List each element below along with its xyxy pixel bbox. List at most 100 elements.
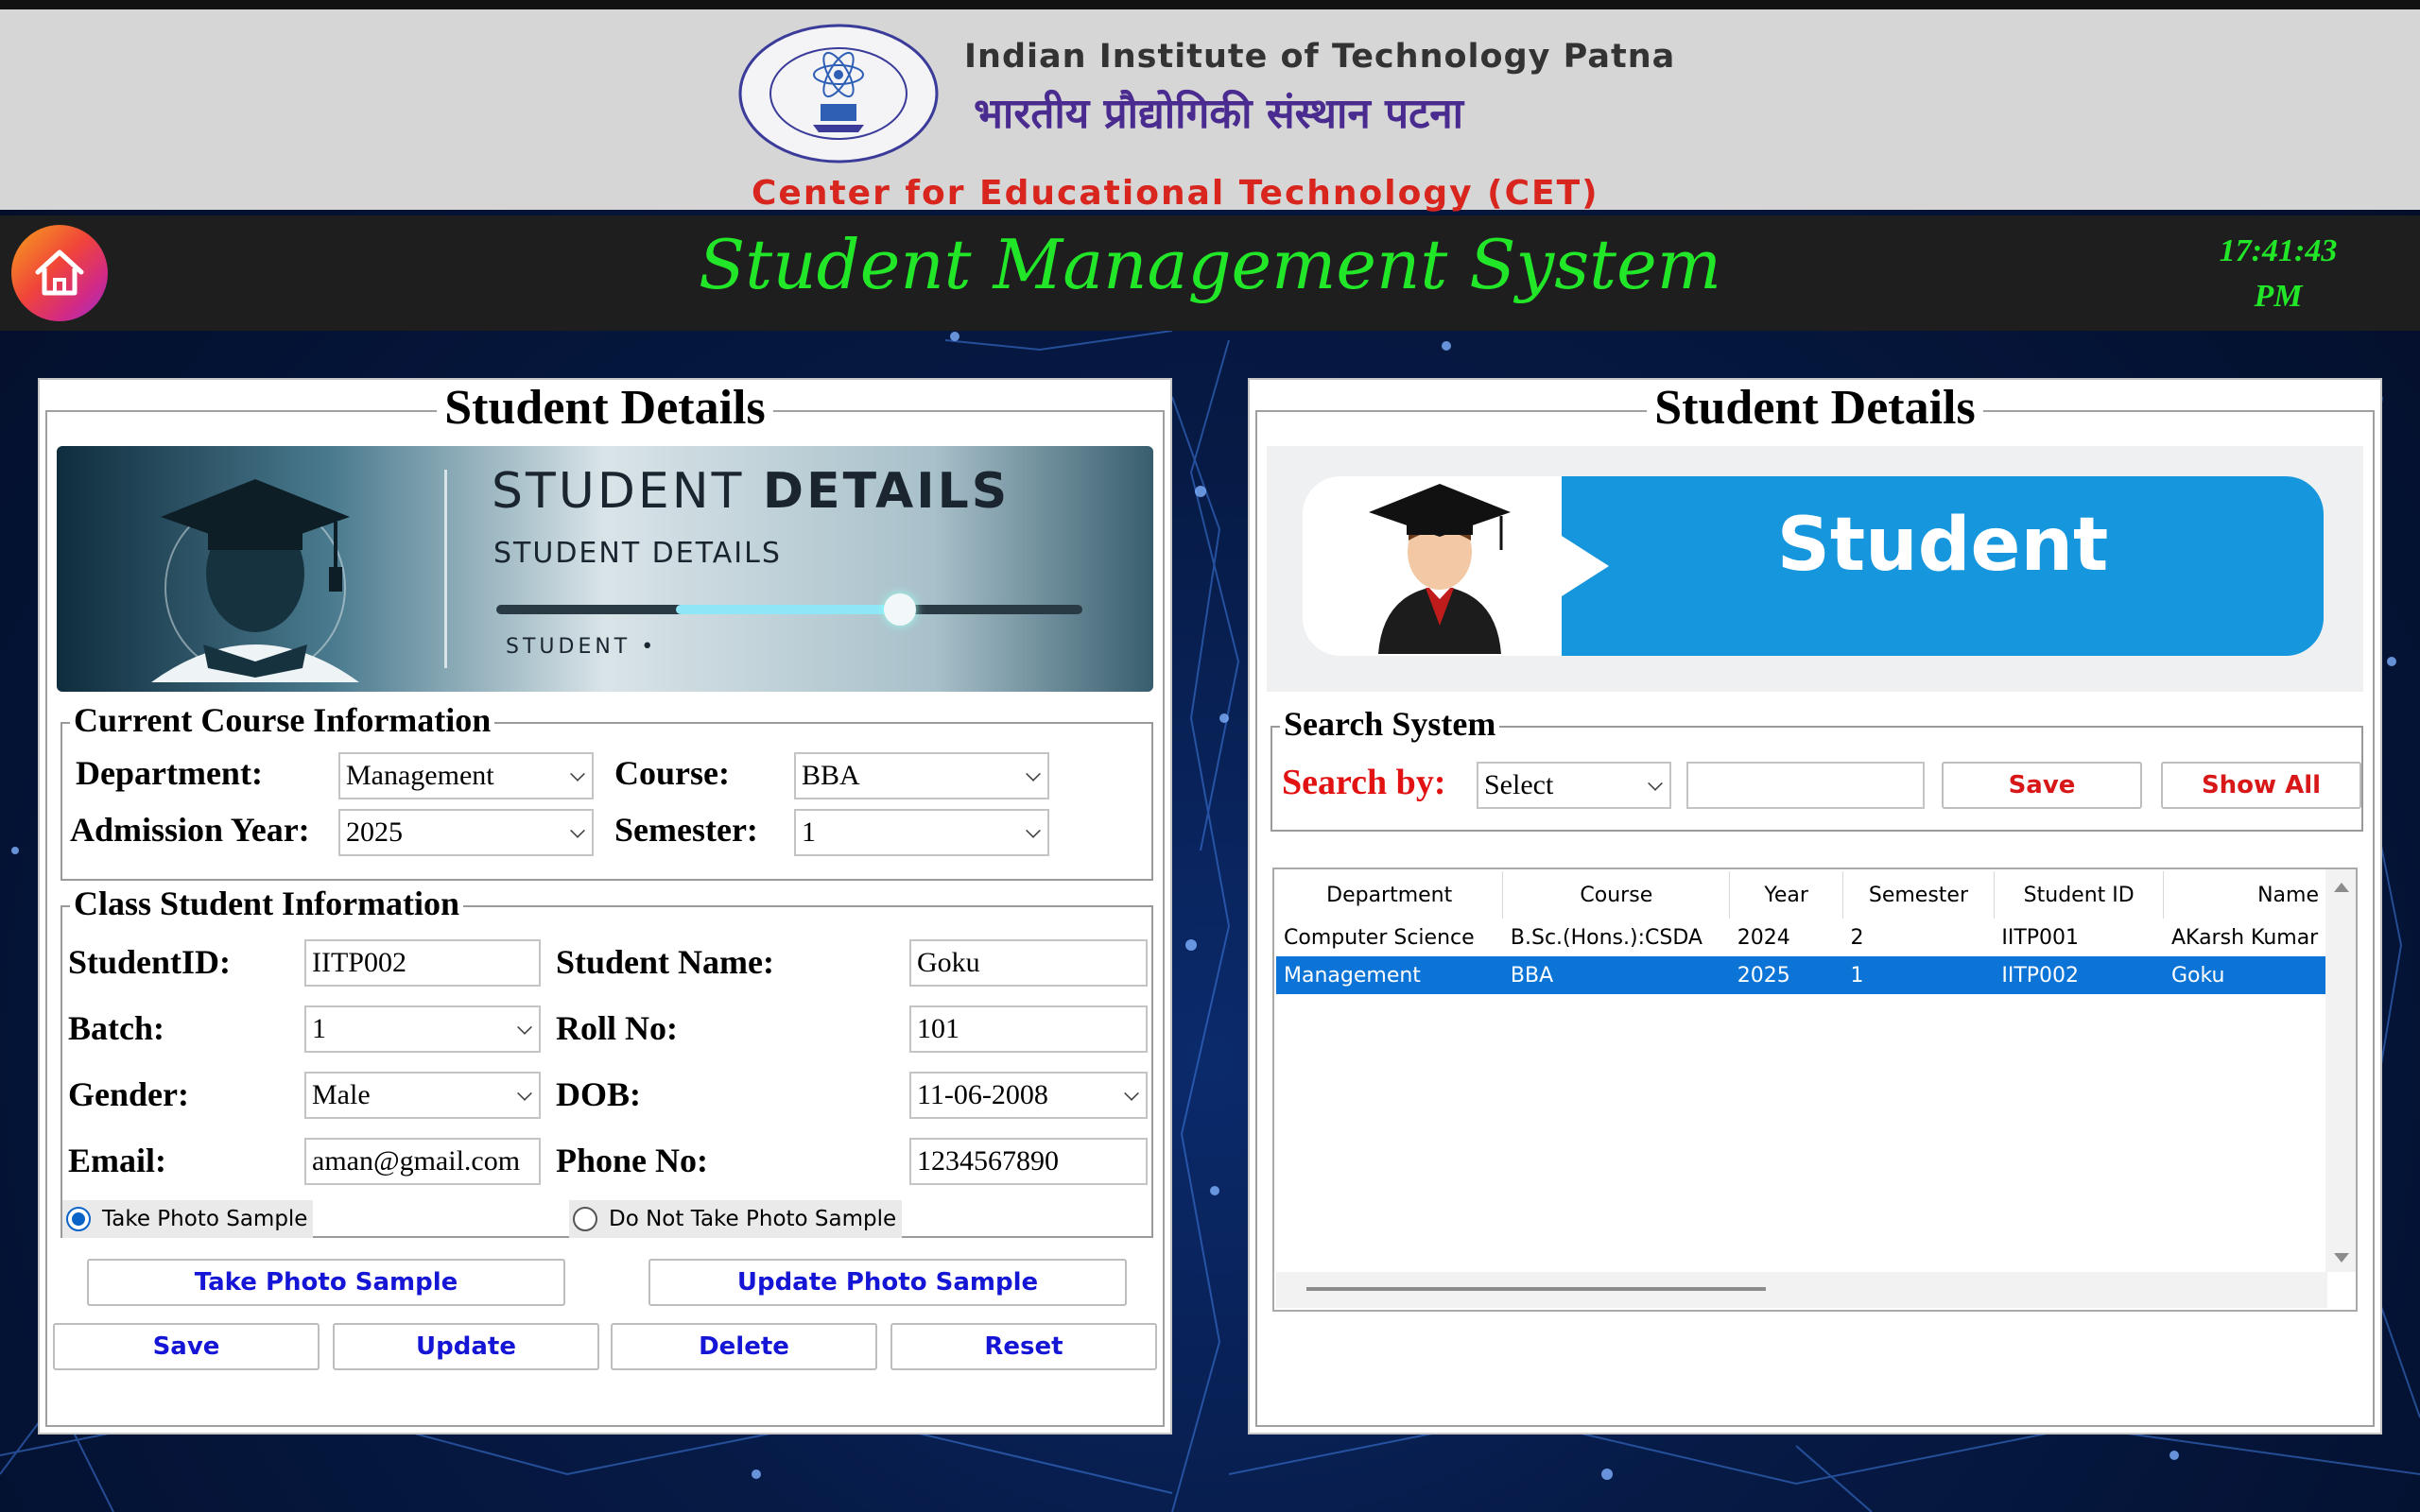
chevron-down-icon	[570, 823, 585, 838]
graduate-avatar-icon	[151, 479, 359, 682]
scroll-down-arrow-icon[interactable]	[2334, 1253, 2349, 1263]
column-header-year[interactable]: Year	[1729, 871, 1844, 919]
banner-subheading: STUDENT DETAILS	[493, 537, 782, 570]
dob-label: DOB:	[556, 1075, 641, 1113]
horizontal-scrollbar-thumb[interactable]	[1306, 1287, 1766, 1291]
banner-slider-graphic	[496, 593, 1082, 626]
institute-center-name: Center for Educational Technology (CET)	[752, 174, 1599, 213]
banner-footer: STUDENT •	[506, 635, 658, 659]
table-cell: 2	[1850, 925, 1864, 950]
student-id-input[interactable]: IITP002	[304, 939, 541, 987]
gender-label: Gender:	[68, 1075, 189, 1113]
horizontal-scrollbar[interactable]	[1276, 1272, 2327, 1308]
course-select[interactable]: BBA	[794, 752, 1049, 799]
institute-name-hindi: भारतीय प्रौद्योगिकी संस्थान पटना	[974, 90, 1464, 138]
admission-year-select[interactable]: 2025	[338, 809, 594, 856]
delete-button[interactable]: Delete	[611, 1323, 877, 1370]
search-by-select-value: Select	[1484, 769, 1554, 800]
table-cell: Computer Science	[1284, 925, 1475, 950]
institute-name-english: Indian Institute of Technology Patna	[964, 38, 1676, 76]
iit-patna-logo	[738, 24, 939, 163]
table-cell: 2025	[1729, 956, 1843, 994]
banner-heading: STUDENT DETAILS	[492, 463, 1010, 520]
panel-title-text: Student Details	[1647, 381, 1983, 435]
chevron-down-icon	[517, 1086, 532, 1101]
institute-banner: Indian Institute of Technology Patna भार…	[0, 0, 2420, 213]
app-title-bar: Student Management System 17:41:43 PM	[0, 215, 2420, 331]
banner-heading-light: STUDENT	[492, 463, 763, 520]
table-cell: Goku	[2163, 956, 2326, 994]
student-details-banner-image: STUDENT DETAILS STUDENT DETAILS STUDENT …	[57, 446, 1153, 692]
table-row-selected[interactable]: Management BBA 2025 1 IITP002 Goku	[1276, 956, 2326, 994]
vertical-scrollbar[interactable]	[2325, 869, 2356, 1272]
student-name-input[interactable]: Goku	[909, 939, 1148, 987]
save-button[interactable]: Save	[53, 1323, 320, 1370]
student-name-label: Student Name:	[556, 943, 774, 981]
take-photo-sample-button[interactable]: Take Photo Sample	[87, 1259, 565, 1306]
dob-date-picker[interactable]: 11-06-2008	[909, 1072, 1148, 1119]
student-details-form-panel: Student Details STUDENT DETAILS STUDENT …	[38, 378, 1172, 1435]
clock: 17:41:43 PM	[2193, 229, 2363, 319]
chevron-down-icon	[1026, 823, 1041, 838]
student-banner-image: Student	[1267, 446, 2363, 692]
student-table: Department Course Year Semester Student …	[1272, 868, 2358, 1312]
banner-word: Student	[1776, 503, 2109, 588]
search-by-label: Search by:	[1282, 763, 1446, 802]
banner-slider-fill	[676, 605, 898, 614]
department-select[interactable]: Management	[338, 752, 594, 799]
table-cell: 1	[1842, 956, 1995, 994]
search-input[interactable]	[1686, 762, 1925, 809]
table-row[interactable]: Computer Science B.Sc.(Hons.):CSDA 2024 …	[1276, 919, 2326, 956]
student-grid: Department Course Year Semester Student …	[1276, 871, 2326, 994]
gender-select-value: Male	[312, 1079, 371, 1110]
panel-title-text: Student Details	[437, 381, 773, 435]
column-header-name[interactable]: Name	[2163, 871, 2326, 919]
table-viewport: Department Course Year Semester Student …	[1276, 871, 2327, 1274]
batch-select[interactable]: 1	[304, 1005, 541, 1053]
column-header-student-id[interactable]: Student ID	[1994, 871, 2165, 919]
roll-no-input[interactable]: 101	[909, 1005, 1148, 1053]
app-title: Student Management System	[698, 225, 1721, 304]
column-header-course[interactable]: Course	[1502, 871, 1731, 919]
batch-select-value: 1	[312, 1013, 326, 1044]
chevron-down-icon	[1026, 766, 1041, 782]
show-all-button[interactable]: Show All	[2161, 762, 2361, 809]
table-cell: IITP001	[2001, 925, 2080, 950]
update-button[interactable]: Update	[333, 1323, 599, 1370]
banner-divider	[444, 470, 447, 668]
banner-heading-bold: DETAILS	[762, 463, 1011, 520]
update-photo-sample-button[interactable]: Update Photo Sample	[648, 1259, 1127, 1306]
table-cell: BBA	[1502, 956, 1730, 994]
scroll-up-arrow-icon[interactable]	[2334, 883, 2349, 892]
semester-select-value: 1	[802, 816, 816, 848]
group-legend: Current Course Information	[70, 701, 495, 739]
admission-year-select-value: 2025	[346, 816, 403, 848]
take-photo-sample-radio[interactable]: Take Photo Sample	[62, 1200, 314, 1238]
semester-label: Semester:	[614, 811, 758, 849]
column-header-semester[interactable]: Semester	[1842, 871, 1995, 919]
search-system-group: Search System Search by: Select Save Sho…	[1270, 705, 2363, 832]
student-details-search-panel: Student Details Student Search System Se…	[1248, 378, 2382, 1435]
graduate-student-icon	[1369, 484, 1511, 654]
table-cell: B.Sc.(Hons.):CSDA	[1510, 925, 1703, 950]
course-label: Course:	[614, 754, 730, 792]
panel-title: Student Details	[40, 380, 1170, 436]
chevron-down-icon	[1124, 1086, 1139, 1101]
phone-no-input[interactable]: 1234567890	[909, 1138, 1148, 1185]
table-cell: AKarsh Kumar	[2170, 925, 2319, 950]
panel-title: Student Details	[1250, 380, 2380, 436]
group-legend: Search System	[1280, 705, 1500, 743]
current-course-info-group: Current Course Information Department: M…	[60, 701, 1153, 881]
gender-select[interactable]: Male	[304, 1072, 541, 1119]
search-save-button[interactable]: Save	[1942, 762, 2142, 809]
semester-select[interactable]: 1	[794, 809, 1049, 856]
email-input[interactable]: aman@gmail.com	[304, 1138, 541, 1185]
department-label: Department:	[76, 754, 263, 792]
search-by-select[interactable]: Select	[1477, 762, 1671, 809]
column-header-department[interactable]: Department	[1276, 871, 1504, 919]
dob-value: 11-06-2008	[917, 1079, 1048, 1110]
reset-button[interactable]: Reset	[890, 1323, 1157, 1370]
email-label: Email:	[68, 1142, 166, 1179]
class-student-info-group: Class Student Information StudentID: IIT…	[60, 885, 1153, 1238]
do-not-take-photo-sample-radio[interactable]: Do Not Take Photo Sample	[569, 1200, 903, 1238]
